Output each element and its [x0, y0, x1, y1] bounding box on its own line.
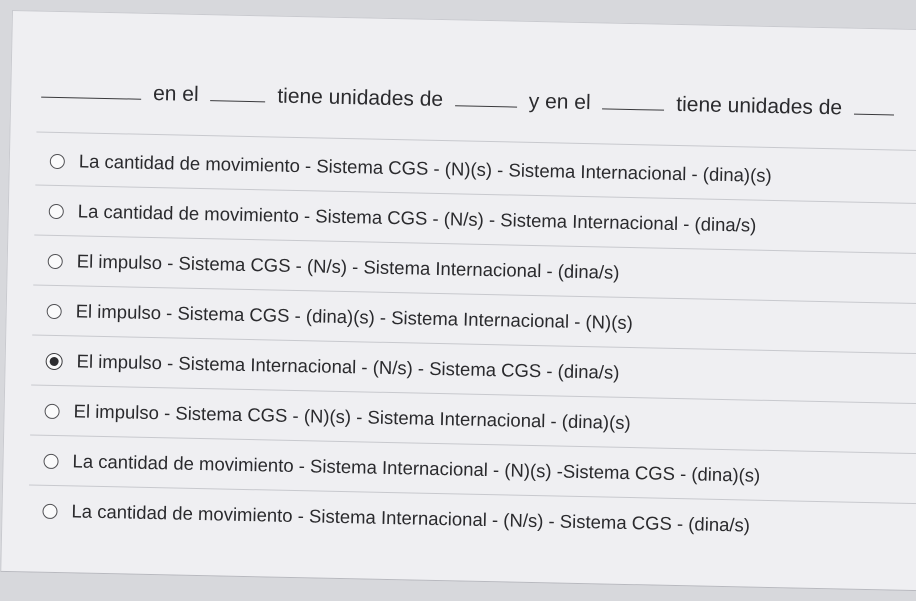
question-part-3: y en el — [528, 89, 591, 115]
option-label: La cantidad de movimiento - Sistema Inte… — [72, 450, 761, 486]
radio-button[interactable] — [44, 403, 60, 419]
radio-button[interactable] — [46, 303, 62, 319]
option-label: El impulso - Sistema CGS - (N)(s) - Sist… — [73, 400, 631, 434]
question-part-2: tiene unidades de — [277, 84, 444, 112]
question-part-1: en el — [152, 81, 199, 106]
option-label: El impulso - Sistema CGS - (N/s) - Siste… — [76, 250, 620, 283]
option-label: La cantidad de movimiento - Sistema Inte… — [71, 500, 751, 536]
blank-2 — [210, 84, 266, 103]
question-text: en el tiene unidades de y en el tiene un… — [41, 80, 911, 122]
radio-button-checked[interactable] — [45, 352, 63, 370]
radio-button[interactable] — [43, 453, 59, 469]
blank-1 — [41, 80, 142, 100]
question-card: en el tiene unidades de y en el tiene un… — [0, 10, 916, 592]
question-part-4: tiene unidades de — [676, 92, 843, 120]
blank-5 — [853, 97, 895, 116]
blank-4 — [602, 92, 665, 111]
radio-button[interactable] — [48, 203, 64, 219]
option-label: El impulso - Sistema Internacional - (N/… — [76, 350, 620, 383]
blank-3 — [454, 89, 518, 108]
radio-button[interactable] — [42, 503, 58, 519]
option-label: El impulso - Sistema CGS - (dina)(s) - S… — [75, 300, 633, 334]
radio-button[interactable] — [49, 153, 66, 169]
option-label: La cantidad de movimiento - Sistema CGS … — [77, 200, 757, 236]
radio-button[interactable] — [47, 253, 63, 269]
option-label: La cantidad de movimiento - Sistema CGS … — [78, 150, 772, 186]
